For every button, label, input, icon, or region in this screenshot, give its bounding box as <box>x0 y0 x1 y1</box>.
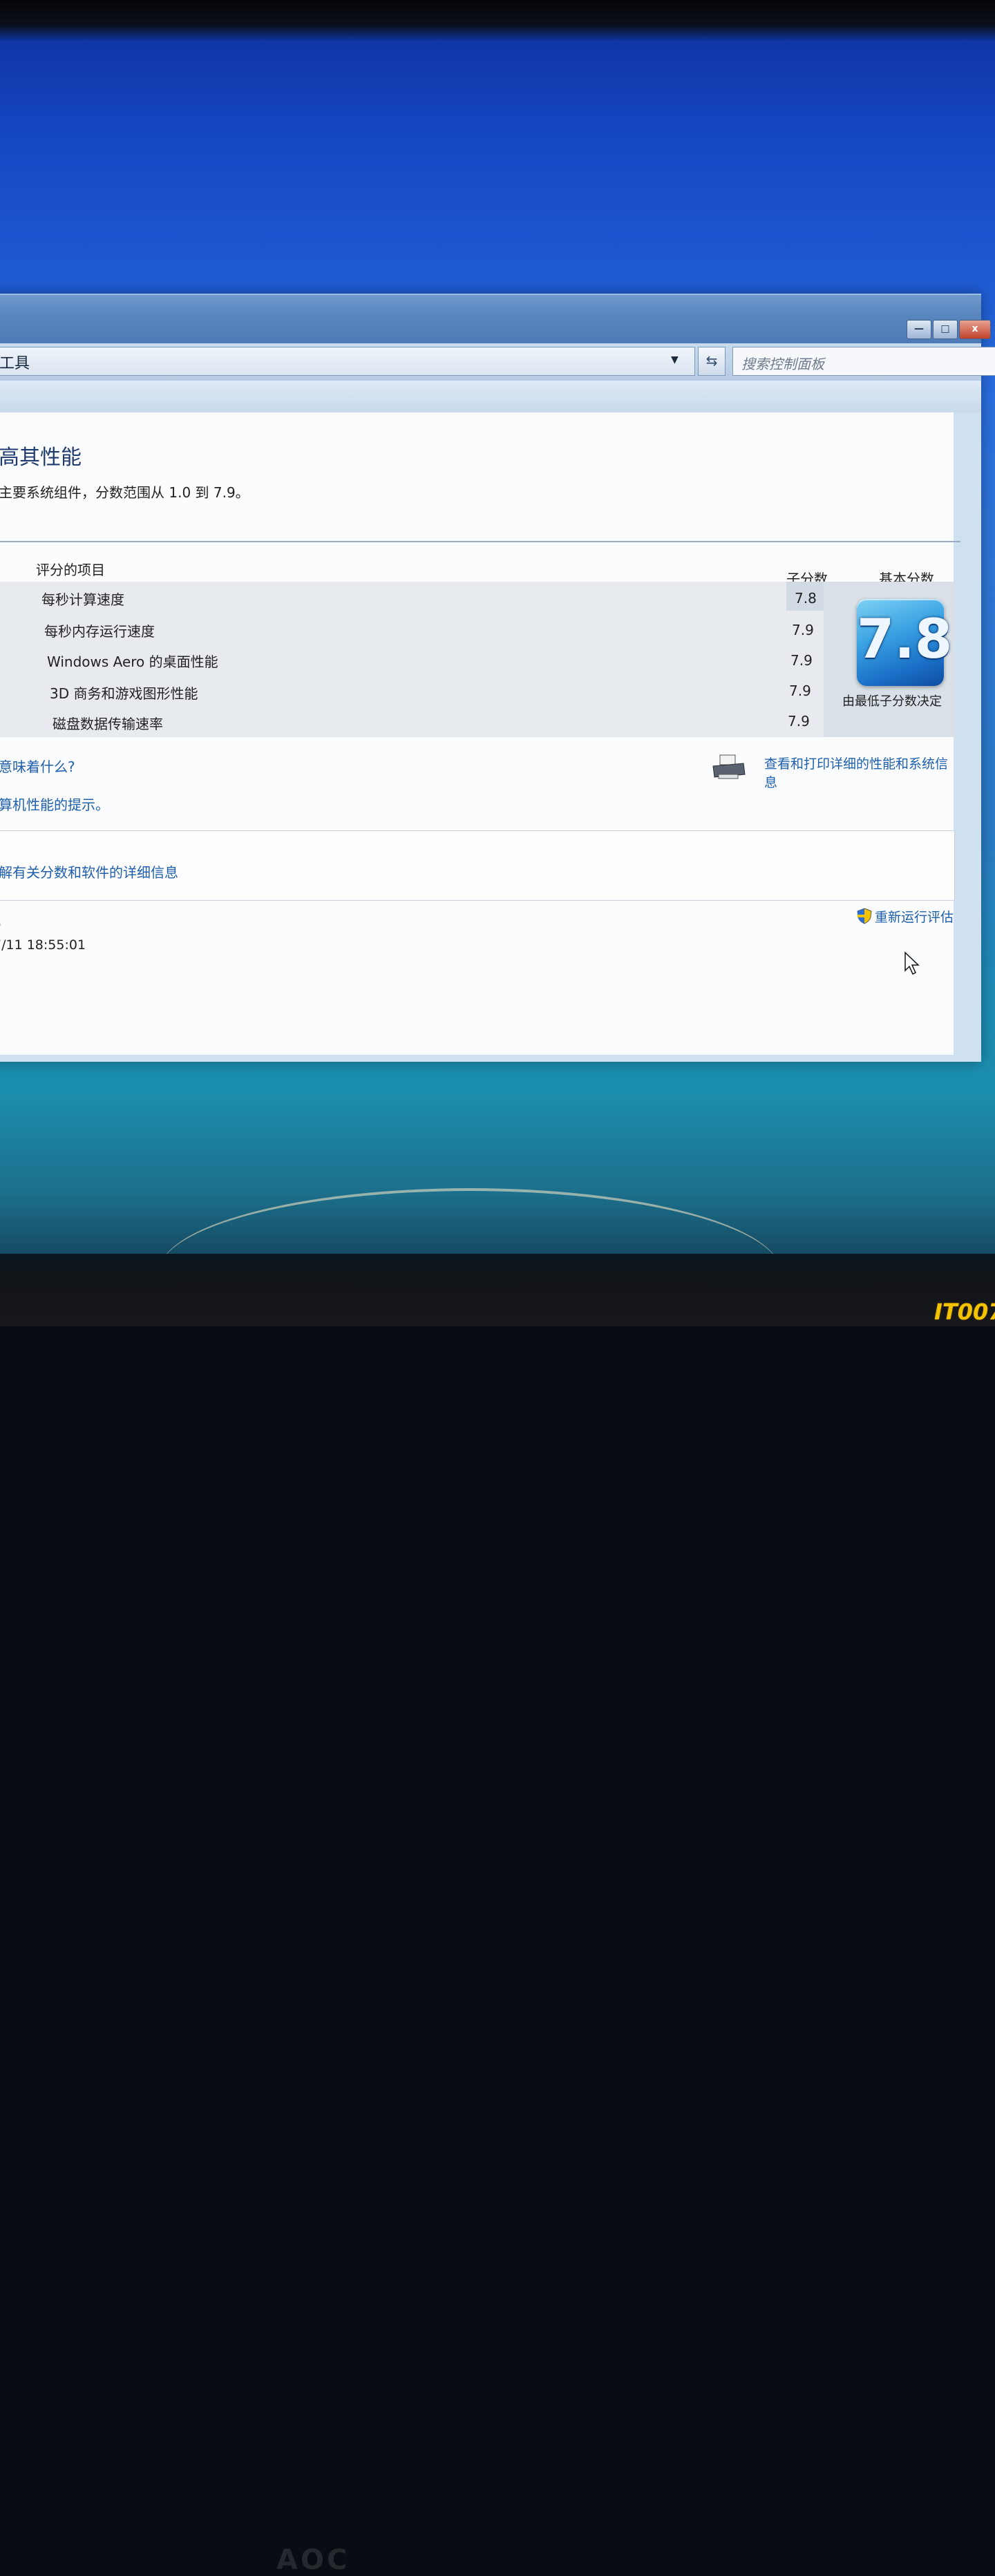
mouse-cursor-icon <box>904 951 920 975</box>
base-score-badge: 7.8 <box>857 599 953 686</box>
row-label-disk: 磁盘数据传输速率 <box>53 716 163 732</box>
window-controls: — □ x <box>907 320 992 339</box>
what-mean-link[interactable]: 意味着什么? <box>0 756 75 776</box>
column-header-item: 评分的项目 <box>36 562 105 578</box>
row-score-disk: 7.9 <box>788 713 810 729</box>
page-description: 主要系统组件，分数范围从 1.0 到 7.9。 <box>0 484 249 501</box>
base-score-caption: 由最低子分数决定 <box>842 694 942 709</box>
chevron-down-icon[interactable]: ▼ <box>671 354 679 365</box>
shield-icon <box>857 908 872 924</box>
rerun-assessment-link[interactable]: 重新运行评估 <box>875 907 954 926</box>
details-link[interactable]: 解有关分数和软件的详细信息 <box>0 861 178 881</box>
row-score-aero: 7.9 <box>790 652 813 669</box>
row-score-cpu: 7.8 <box>795 590 817 607</box>
divider <box>0 541 960 542</box>
refresh-icon: ⇆ <box>705 352 718 369</box>
row-label-memory: 每秒内存运行速度 <box>44 623 155 640</box>
maximize-button[interactable]: □ <box>933 320 958 339</box>
print-details-link[interactable]: 查看和打印详细的性能和系统信息 <box>764 754 954 791</box>
monitor-top-bezel <box>0 0 995 41</box>
breadcrumb[interactable]: 工具 <box>0 351 30 373</box>
base-score-value: 7.8 <box>857 609 953 671</box>
address-field[interactable]: 工具 ▼ <box>0 347 695 376</box>
monitor-bottom-bezel: AOC <box>0 1254 995 2576</box>
monitor-logo: AOC <box>276 2544 350 2576</box>
watermark-logo: IT007 <box>934 1299 995 1325</box>
printer-icon <box>712 754 746 779</box>
search-input[interactable]: 搜索控制面板 <box>732 347 995 376</box>
row-label-graphics: 3D 商务和游戏图形性能 <box>50 685 198 702</box>
address-bar: 工具 ▼ ⇆ 搜索控制面板 <box>0 343 995 381</box>
control-panel-window: — □ x 工具 ▼ ⇆ 搜索控制面板 高其性能 主要系统组件，分数范围从 1.… <box>0 294 995 1062</box>
timestamp-value: 7/11 18:55:01 <box>0 937 86 953</box>
score-table: 每秒计算速度 7.8 每秒内存运行速度 7.9 Windows Aero 的桌面… <box>0 582 955 737</box>
row-score-memory: 7.9 <box>792 622 814 638</box>
minimize-button[interactable]: — <box>907 320 931 339</box>
page-title: 高其性能 <box>0 446 82 470</box>
tips-link[interactable]: 算机性能的提示。 <box>0 794 109 814</box>
search-placeholder: 搜索控制面板 <box>741 356 824 372</box>
timestamp-label: 0 <box>0 918 1 933</box>
content-pane: 高其性能 主要系统组件，分数范围从 1.0 到 7.9。 评分的项目 子分数 基… <box>0 412 960 1055</box>
title-bar: — □ x <box>0 295 991 343</box>
close-button[interactable]: x <box>959 320 991 339</box>
row-label-aero: Windows Aero 的桌面性能 <box>47 653 218 670</box>
row-label-cpu: 每秒计算速度 <box>41 591 124 608</box>
toolbar-strip <box>0 381 981 412</box>
refresh-button[interactable]: ⇆ <box>698 347 726 376</box>
row-score-graphics: 7.9 <box>789 683 811 699</box>
